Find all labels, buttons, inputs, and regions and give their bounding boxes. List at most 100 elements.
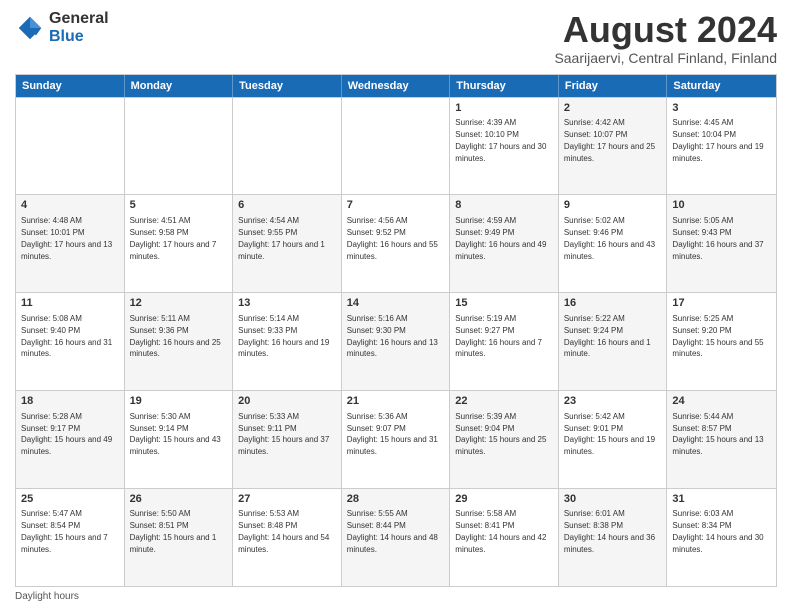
cell-info: Sunrise: 5:02 AMSunset: 9:46 PMDaylight:… [564,216,655,261]
cell-info: Sunrise: 5:19 AMSunset: 9:27 PMDaylight:… [455,314,542,359]
cell-info: Sunrise: 4:45 AMSunset: 10:04 PMDaylight… [672,118,763,163]
calendar-header: SundayMondayTuesdayWednesdayThursdayFrid… [16,75,776,97]
day-number: 9 [564,198,662,213]
day-number: 24 [672,394,771,409]
day-number: 25 [21,492,119,507]
day-number: 18 [21,394,119,409]
cell-info: Sunrise: 5:47 AMSunset: 8:54 PMDaylight:… [21,509,108,554]
calendar-cell: 16Sunrise: 5:22 AMSunset: 9:24 PMDayligh… [559,293,668,390]
calendar-cell: 18 Sunrise: 5:28 AMSunset: 9:17 PMDayligh… [16,391,125,488]
calendar: SundayMondayTuesdayWednesdayThursdayFrid… [15,74,777,587]
day-number: 12 [130,296,228,311]
cell-info: Sunrise: 4:54 AMSunset: 9:55 PMDaylight:… [238,216,325,261]
cell-info: Sunrise: 5:36 AMSunset: 9:07 PMDaylight:… [347,412,438,457]
day-number: 20 [238,394,336,409]
calendar-cell: 31 Sunrise: 6:03 AMSunset: 8:34 PMDayligh… [667,489,776,586]
cell-info: Sunrise: 5:42 AMSunset: 9:01 PMDaylight:… [564,412,655,457]
calendar-row: 1Sunrise: 4:39 AMSunset: 10:10 PMDayligh… [16,97,776,195]
calendar-row: 11Sunrise: 5:08 AMSunset: 9:40 PMDayligh… [16,292,776,390]
calendar-cell: 8Sunrise: 4:59 AMSunset: 9:49 PMDaylight… [450,195,559,292]
calendar-cell: 7 Sunrise: 4:56 AMSunset: 9:52 PMDaylight… [342,195,451,292]
calendar-cell [233,98,342,195]
cell-info: Sunrise: 5:44 AMSunset: 8:57 PMDaylight:… [672,412,763,457]
calendar-cell: 12Sunrise: 5:11 AMSunset: 9:36 PMDayligh… [125,293,234,390]
calendar-cell: 10Sunrise: 5:05 AMSunset: 9:43 PMDayligh… [667,195,776,292]
cell-info: Sunrise: 5:50 AMSunset: 8:51 PMDaylight:… [130,509,217,554]
calendar-header-cell: Thursday [450,75,559,97]
subtitle: Saarijaervi, Central Finland, Finland [554,50,777,66]
page: General Blue August 2024 Saarijaervi, Ce… [0,0,792,612]
day-number: 3 [672,101,771,116]
day-number: 26 [130,492,228,507]
calendar-cell: 9 Sunrise: 5:02 AMSunset: 9:46 PMDaylight… [559,195,668,292]
calendar-cell: 3 Sunrise: 4:45 AMSunset: 10:04 PMDayligh… [667,98,776,195]
logo-general-text: General [49,10,109,28]
day-number: 29 [455,492,553,507]
calendar-cell: 13 Sunrise: 5:14 AMSunset: 9:33 PMDayligh… [233,293,342,390]
day-number: 31 [672,492,771,507]
calendar-row: 18 Sunrise: 5:28 AMSunset: 9:17 PMDayligh… [16,390,776,488]
title-block: August 2024 Saarijaervi, Central Finland… [554,10,777,66]
calendar-cell: 23 Sunrise: 5:42 AMSunset: 9:01 PMDayligh… [559,391,668,488]
logo-icon [15,13,45,43]
cell-info: Sunrise: 4:48 AMSunset: 10:01 PMDaylight… [21,216,112,261]
calendar-cell: 2 Sunrise: 4:42 AMSunset: 10:07 PMDayligh… [559,98,668,195]
calendar-cell: 5Sunrise: 4:51 AMSunset: 9:58 PMDaylight… [125,195,234,292]
day-number: 19 [130,394,228,409]
cell-info: Sunrise: 6:03 AMSunset: 8:34 PMDaylight:… [672,509,763,554]
calendar-cell: 17Sunrise: 5:25 AMSunset: 9:20 PMDayligh… [667,293,776,390]
logo-blue-text: Blue [49,28,109,46]
calendar-cell: 15Sunrise: 5:19 AMSunset: 9:27 PMDayligh… [450,293,559,390]
calendar-header-cell: Monday [125,75,234,97]
day-number: 7 [347,198,445,213]
calendar-cell [16,98,125,195]
calendar-cell: 29 Sunrise: 5:58 AMSunset: 8:41 PMDayligh… [450,489,559,586]
calendar-header-cell: Wednesday [342,75,451,97]
cell-info: Sunrise: 4:42 AMSunset: 10:07 PMDaylight… [564,118,655,163]
calendar-row: 4 Sunrise: 4:48 AMSunset: 10:01 PMDayligh… [16,194,776,292]
calendar-header-cell: Sunday [16,75,125,97]
day-number: 27 [238,492,336,507]
logo-text: General Blue [49,10,109,45]
calendar-cell: 24 Sunrise: 5:44 AMSunset: 8:57 PMDayligh… [667,391,776,488]
cell-info: Sunrise: 5:14 AMSunset: 9:33 PMDaylight:… [238,314,329,359]
day-number: 23 [564,394,662,409]
day-number: 17 [672,296,771,311]
calendar-cell: 22Sunrise: 5:39 AMSunset: 9:04 PMDayligh… [450,391,559,488]
calendar-cell [342,98,451,195]
calendar-cell [125,98,234,195]
calendar-cell: 25 Sunrise: 5:47 AMSunset: 8:54 PMDayligh… [16,489,125,586]
logo: General Blue [15,10,109,45]
day-number: 2 [564,101,662,116]
header: General Blue August 2024 Saarijaervi, Ce… [15,10,777,66]
day-number: 5 [130,198,228,213]
calendar-cell: 20 Sunrise: 5:33 AMSunset: 9:11 PMDayligh… [233,391,342,488]
day-number: 11 [21,296,119,311]
day-number: 4 [21,198,119,213]
footer: Daylight hours [15,591,777,602]
main-title: August 2024 [554,10,777,50]
day-number: 8 [455,198,553,213]
day-number: 28 [347,492,445,507]
cell-info: Sunrise: 5:28 AMSunset: 9:17 PMDaylight:… [21,412,112,457]
calendar-cell: 27 Sunrise: 5:53 AMSunset: 8:48 PMDayligh… [233,489,342,586]
calendar-cell: 19Sunrise: 5:30 AMSunset: 9:14 PMDayligh… [125,391,234,488]
cell-info: Sunrise: 6:01 AMSunset: 8:38 PMDaylight:… [564,509,655,554]
cell-info: Sunrise: 5:16 AMSunset: 9:30 PMDaylight:… [347,314,438,359]
calendar-cell: 6 Sunrise: 4:54 AMSunset: 9:55 PMDaylight… [233,195,342,292]
day-number: 14 [347,296,445,311]
cell-info: Sunrise: 5:53 AMSunset: 8:48 PMDaylight:… [238,509,329,554]
cell-info: Sunrise: 5:58 AMSunset: 8:41 PMDaylight:… [455,509,546,554]
cell-info: Sunrise: 4:56 AMSunset: 9:52 PMDaylight:… [347,216,438,261]
calendar-header-cell: Friday [559,75,668,97]
calendar-body: 1Sunrise: 4:39 AMSunset: 10:10 PMDayligh… [16,97,776,586]
calendar-cell: 28Sunrise: 5:55 AMSunset: 8:44 PMDayligh… [342,489,451,586]
day-number: 10 [672,198,771,213]
calendar-cell: 14 Sunrise: 5:16 AMSunset: 9:30 PMDayligh… [342,293,451,390]
calendar-cell: 4 Sunrise: 4:48 AMSunset: 10:01 PMDayligh… [16,195,125,292]
day-number: 6 [238,198,336,213]
day-number: 13 [238,296,336,311]
calendar-header-cell: Tuesday [233,75,342,97]
cell-info: Sunrise: 5:33 AMSunset: 9:11 PMDaylight:… [238,412,329,457]
calendar-header-cell: Saturday [667,75,776,97]
